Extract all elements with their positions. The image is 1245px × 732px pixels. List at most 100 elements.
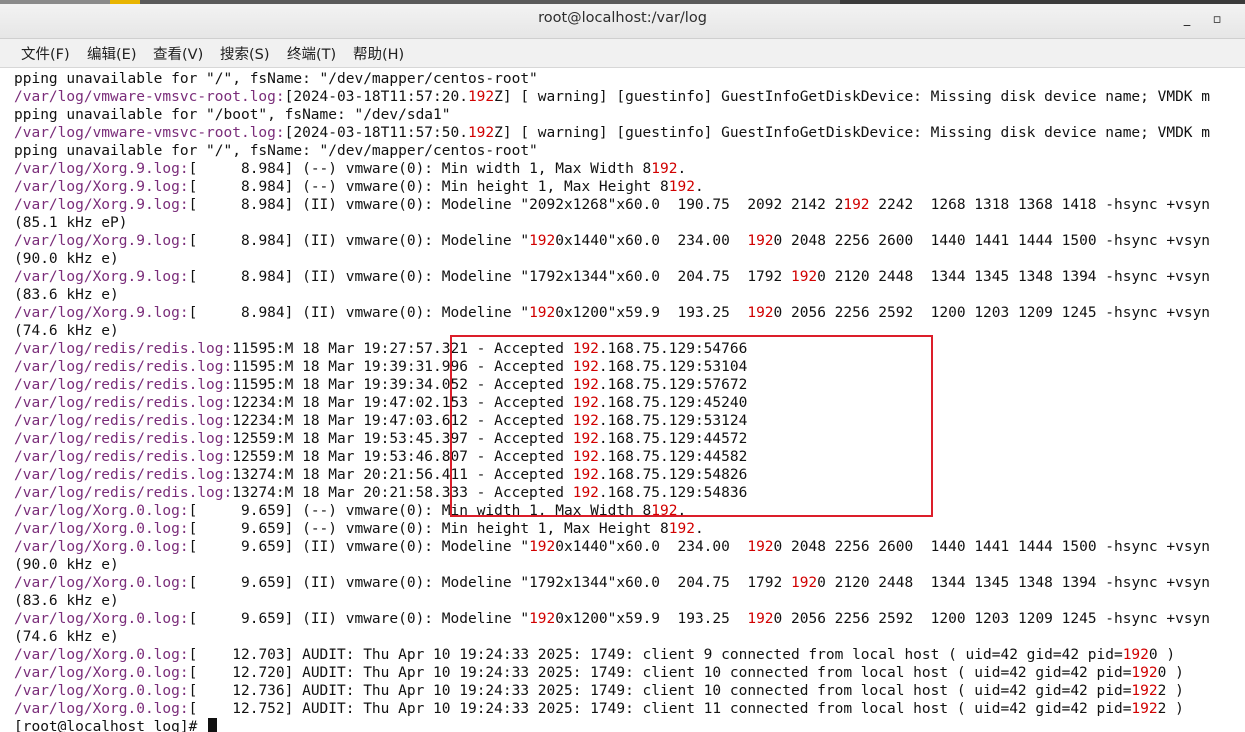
match-highlight: 192 [1122,647,1149,663]
log-filename: /var/log/Xorg.0.log: [14,575,189,591]
log-filename: /var/log/redis/redis.log: [14,413,233,429]
menu-file[interactable]: 文件(F) [21,43,70,64]
log-filename: /var/log/Xorg.0.log: [14,665,189,681]
log-filename: /var/log/Xorg.0.log: [14,611,189,627]
terminal-line: /var/log/Xorg.0.log:[ 9.659] (II) vmware… [14,575,1211,591]
log-filename: /var/log/vmware-vmsvc-root.log: [14,89,285,105]
terminal-line: (90.0 kHz e) [14,557,119,573]
match-highlight: 192 [651,161,678,177]
terminal-line: /var/log/Xorg.9.log:[ 8.984] (--) vmware… [14,179,704,195]
menu-help[interactable]: 帮助(H) [353,43,404,64]
terminal-line: /var/log/Xorg.9.log:[ 8.984] (--) vmware… [14,161,687,177]
terminal-line: /var/log/redis/redis.log:12234:M 18 Mar … [14,395,748,411]
match-highlight: 192 [790,575,818,591]
log-filename: /var/log/redis/redis.log: [14,449,233,465]
match-highlight: 192 [467,125,495,141]
window-titlebar[interactable]: root@localhost:/var/log _ ▫ [0,0,1245,39]
terminal-line: /var/log/vmware-vmsvc-root.log:[2024-03-… [14,89,1210,105]
match-highlight: 192 [668,179,695,195]
terminal-line: /var/log/Xorg.9.log:[ 8.984] (II) vmware… [14,197,1211,213]
terminal-line: /var/log/vmware-vmsvc-root.log:[2024-03-… [14,125,1210,141]
terminal-line: (74.6 kHz e) [14,323,119,339]
log-filename: /var/log/redis/redis.log: [14,467,233,483]
terminal-line: /var/log/redis/redis.log:13274:M 18 Mar … [14,485,748,501]
log-filename: /var/log/redis/redis.log: [14,341,233,357]
terminal-line: pping unavailable for "/boot", fsName: "… [14,107,451,123]
terminal-line: /var/log/redis/redis.log:12234:M 18 Mar … [14,413,748,429]
menubar: 文件(F) 编辑(E) 查看(V) 搜索(S) 终端(T) 帮助(H) [0,39,1245,68]
terminal-line: /var/log/Xorg.9.log:[ 8.984] (II) vmware… [14,233,1211,249]
match-highlight: 192 [529,305,556,321]
match-highlight: 192 [467,89,495,105]
log-filename: /var/log/redis/redis.log: [14,485,233,501]
log-filename: /var/log/Xorg.9.log: [14,197,189,213]
log-filename: /var/log/redis/redis.log: [14,431,233,447]
terminal-line: (74.6 kHz e) [14,629,119,645]
match-highlight: 192 [747,305,774,321]
terminal-line: (83.6 kHz e) [14,593,119,609]
terminal-line: pping unavailable for "/", fsName: "/dev… [14,71,538,87]
log-filename: /var/log/vmware-vmsvc-root.log: [14,125,285,141]
match-highlight: 192 [572,413,599,429]
match-highlight: 192 [747,611,774,627]
minimize-button[interactable]: _ [1178,11,1196,29]
match-highlight: 192 [529,539,556,555]
match-highlight: 192 [572,377,599,393]
match-highlight: 192 [529,233,556,249]
match-highlight: 192 [572,341,599,357]
maximize-button[interactable]: ▫ [1208,11,1226,29]
terminal-line: /var/log/redis/redis.log:12559:M 18 Mar … [14,449,748,465]
log-filename: /var/log/redis/redis.log: [14,395,233,411]
log-filename: /var/log/Xorg.9.log: [14,305,189,321]
match-highlight: 192 [572,395,599,411]
terminal-line: /var/log/Xorg.9.log:[ 8.984] (II) vmware… [14,305,1211,321]
match-highlight: 192 [651,503,678,519]
match-highlight: 192 [572,467,599,483]
log-filename: /var/log/Xorg.9.log: [14,269,189,285]
match-highlight: 192 [668,521,695,537]
window-title: root@localhost:/var/log [538,10,707,26]
log-filename: /var/log/Xorg.9.log: [14,179,189,195]
shell-prompt[interactable]: [root@localhost log]# [14,718,218,732]
menu-view[interactable]: 查看(V) [153,43,203,64]
terminal-line: (83.6 kHz e) [14,287,119,303]
log-filename: /var/log/Xorg.0.log: [14,701,189,717]
terminal-line: /var/log/Xorg.0.log:[ 9.659] (--) vmware… [14,521,704,537]
prompt-text: [root@localhost log]# [14,719,207,732]
menu-edit[interactable]: 编辑(E) [87,43,136,64]
text-cursor [208,718,218,732]
log-filename: /var/log/Xorg.0.log: [14,647,189,663]
terminal-line: /var/log/redis/redis.log:13274:M 18 Mar … [14,467,748,483]
terminal-line: /var/log/Xorg.0.log:[ 12.720] AUDIT: Thu… [14,665,1184,681]
terminal-line: /var/log/redis/redis.log:11595:M 18 Mar … [14,341,748,357]
terminal-line: /var/log/redis/redis.log:11595:M 18 Mar … [14,377,748,393]
top-strip [0,0,1245,4]
terminal-line: /var/log/redis/redis.log:12559:M 18 Mar … [14,431,748,447]
match-highlight: 192 [1131,701,1158,717]
match-highlight: 192 [572,485,599,501]
match-highlight: 192 [572,431,599,447]
match-highlight: 192 [747,233,774,249]
match-highlight: 192 [572,359,599,375]
terminal-line: /var/log/Xorg.0.log:[ 12.703] AUDIT: Thu… [14,647,1176,663]
match-highlight: 192 [572,449,599,465]
menu-terminal[interactable]: 终端(T) [287,43,336,64]
terminal-line: (85.1 kHz eP) [14,215,128,231]
match-highlight: 192 [790,269,818,285]
terminal-line: /var/log/Xorg.9.log:[ 8.984] (II) vmware… [14,269,1211,285]
menu-search[interactable]: 搜索(S) [220,43,270,64]
terminal-line: /var/log/redis/redis.log:11595:M 18 Mar … [14,359,748,375]
terminal-line: pping unavailable for "/", fsName: "/dev… [14,143,538,159]
log-filename: /var/log/Xorg.0.log: [14,503,189,519]
terminal-output[interactable]: pping unavailable for "/", fsName: "/dev… [0,68,1245,732]
terminal-line: /var/log/Xorg.0.log:[ 9.659] (--) vmware… [14,503,687,519]
terminal-line: /var/log/Xorg.0.log:[ 9.659] (II) vmware… [14,611,1211,627]
log-filename: /var/log/Xorg.0.log: [14,683,189,699]
terminal-line: (90.0 kHz e) [14,251,119,267]
log-filename: /var/log/Xorg.0.log: [14,521,189,537]
match-highlight: 192 [529,611,556,627]
log-filename: /var/log/Xorg.0.log: [14,539,189,555]
match-highlight: 192 [747,539,774,555]
terminal-line: /var/log/Xorg.0.log:[ 9.659] (II) vmware… [14,539,1211,555]
match-highlight: 192 [843,197,870,213]
